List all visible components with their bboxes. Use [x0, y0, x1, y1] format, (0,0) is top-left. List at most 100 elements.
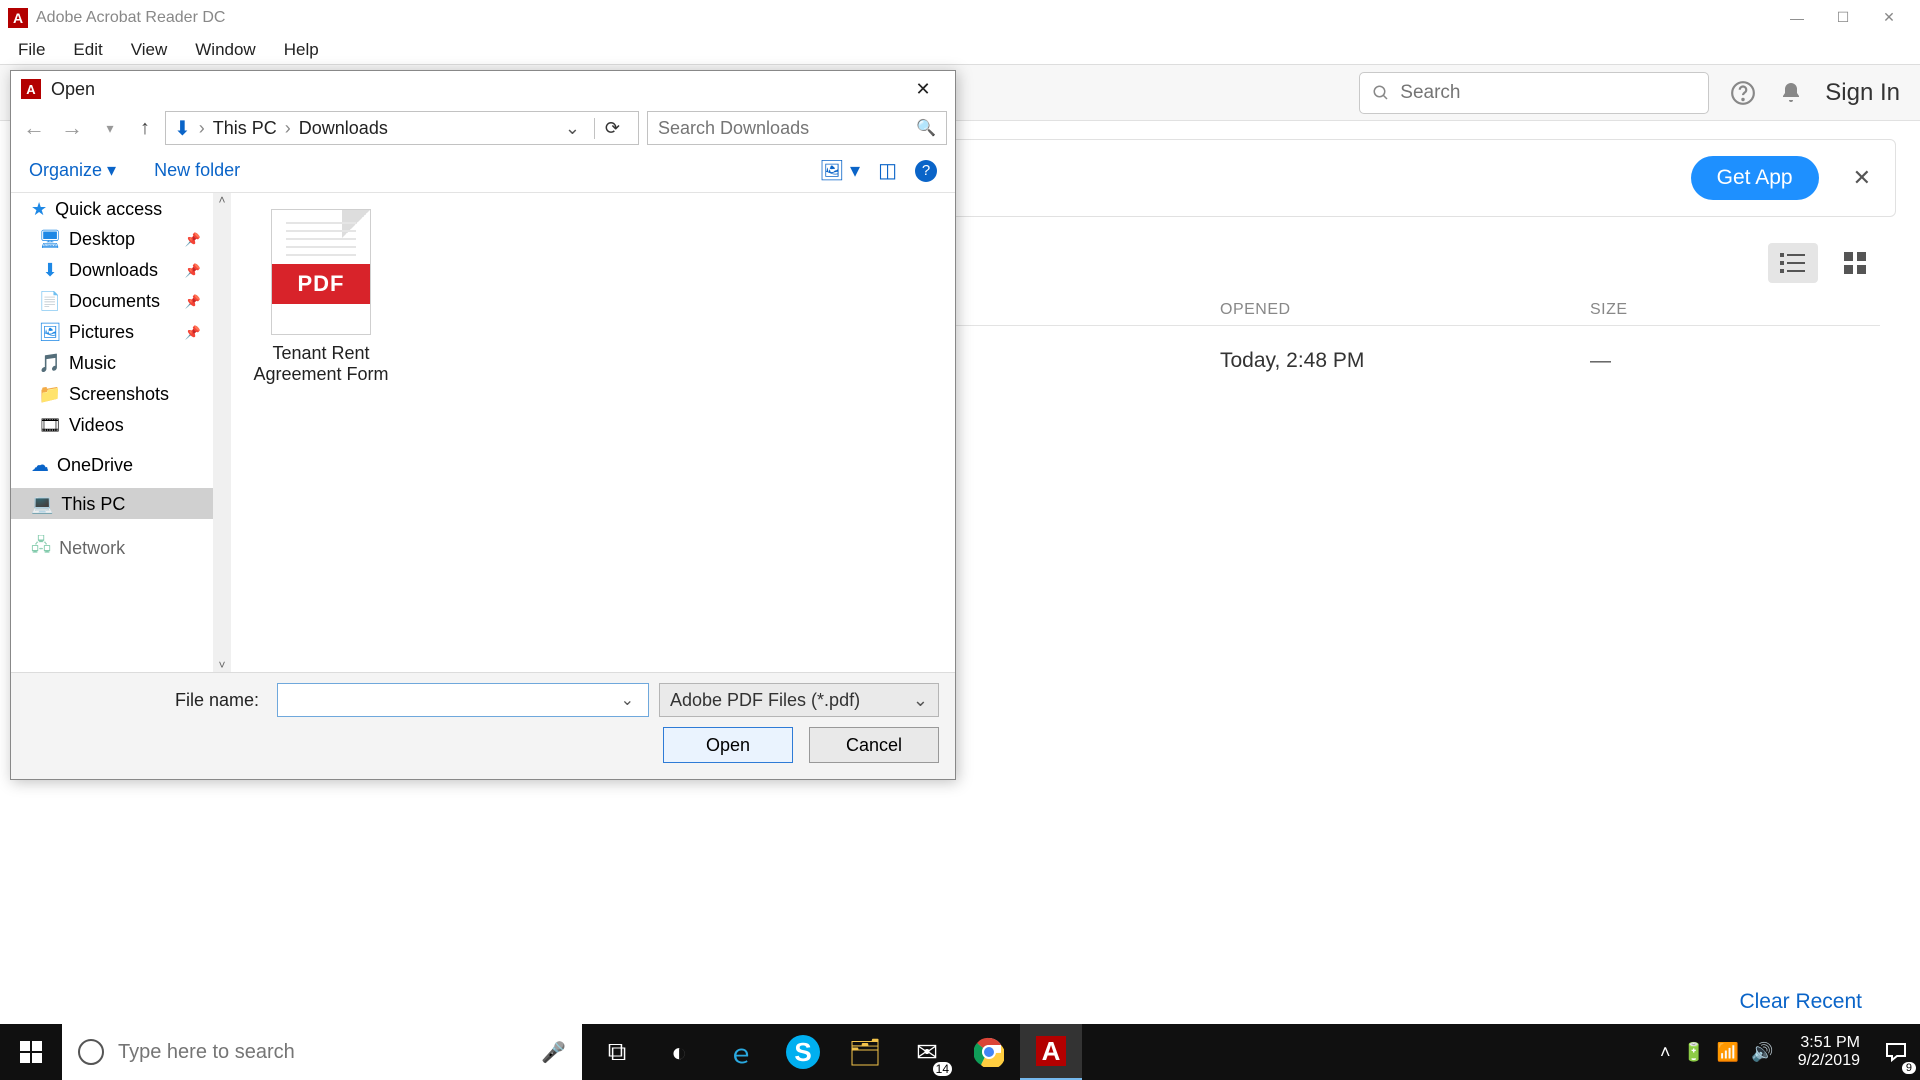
- tree-item-screenshots[interactable]: 📁Screenshots: [11, 379, 231, 410]
- tree-item-pictures[interactable]: 🖼Pictures📌: [11, 317, 231, 348]
- grid-view-button[interactable]: [1830, 243, 1880, 283]
- clear-recent-link[interactable]: Clear Recent: [1739, 990, 1862, 1014]
- taskbar-app-explorer[interactable]: 🗂: [834, 1024, 896, 1080]
- mail-badge: 14: [933, 1062, 952, 1076]
- tree-item-music[interactable]: 🎵Music: [11, 348, 231, 379]
- downloads-folder-icon: ⬇: [174, 116, 191, 141]
- menu-help[interactable]: Help: [270, 36, 333, 64]
- help-icon[interactable]: [1729, 79, 1757, 107]
- get-app-button[interactable]: Get App: [1691, 156, 1819, 200]
- address-bar[interactable]: ⬇ › This PC › Downloads ⌄ ⟳: [165, 111, 639, 145]
- file-list[interactable]: PDF Tenant Rent Agreement Form: [231, 193, 955, 672]
- dialog-close-button[interactable]: ✕: [901, 74, 945, 104]
- tree-item-desktop[interactable]: 🖥Desktop📌: [11, 224, 231, 255]
- taskbar-app-nvidia[interactable]: ◐: [648, 1024, 710, 1080]
- taskbar-clock[interactable]: 3:51 PM 9/2/2019: [1786, 1034, 1872, 1070]
- menu-window[interactable]: Window: [181, 36, 269, 64]
- file-name-combobox[interactable]: ⌄: [277, 683, 649, 717]
- taskbar-right: ˄ 🔋 📶 🔊 3:51 PM 9/2/2019 9: [1648, 1024, 1920, 1080]
- system-tray[interactable]: ˄ 🔋 📶 🔊: [1648, 1042, 1786, 1063]
- dialog-titlebar: A Open ✕: [11, 71, 955, 107]
- mic-icon[interactable]: 🎤: [541, 1040, 566, 1065]
- task-view-button[interactable]: ⧉: [586, 1024, 648, 1080]
- scroll-down-icon[interactable]: ˅: [218, 658, 225, 672]
- menu-file[interactable]: File: [4, 36, 59, 64]
- battery-icon[interactable]: 🔋: [1682, 1042, 1704, 1063]
- tree-quick-access-items: 🖥Desktop📌 ⬇Downloads📌 📄Documents📌 🖼Pictu…: [11, 224, 231, 441]
- cancel-button[interactable]: Cancel: [809, 727, 939, 763]
- new-folder-button[interactable]: New folder: [154, 160, 240, 181]
- taskbar-app-chrome[interactable]: [958, 1024, 1020, 1080]
- tree-item-downloads[interactable]: ⬇Downloads📌: [11, 255, 231, 286]
- promo-close-icon[interactable]: ✕: [1853, 165, 1871, 191]
- taskbar-app-mail[interactable]: ✉14: [896, 1024, 958, 1080]
- tray-overflow-icon[interactable]: ˄: [1660, 1042, 1671, 1063]
- address-dropdown-icon[interactable]: ⌄: [557, 118, 588, 139]
- file-name-label: File name:: [27, 690, 267, 711]
- dialog-help-icon[interactable]: ?: [915, 160, 937, 182]
- dialog-app-icon: A: [21, 79, 41, 99]
- file-type-dropdown[interactable]: Adobe PDF Files (*.pdf) ⌄: [659, 683, 939, 717]
- file-name-label: Tenant Rent Agreement Form: [251, 343, 391, 385]
- maximize-button[interactable]: ☐: [1820, 3, 1866, 33]
- chevron-down-icon: ⌄: [913, 690, 928, 711]
- taskbar-search[interactable]: 🎤: [62, 1024, 582, 1080]
- app-search-input[interactable]: [1400, 82, 1696, 104]
- preview-pane-button[interactable]: ◫: [878, 158, 897, 183]
- dialog-search-input[interactable]: [658, 118, 916, 139]
- chevron-down-icon[interactable]: ⌄: [615, 690, 640, 710]
- menu-edit[interactable]: Edit: [59, 36, 116, 64]
- action-center-button[interactable]: 9: [1872, 1024, 1920, 1080]
- app-search-wrap[interactable]: [1359, 72, 1709, 114]
- window-close-button[interactable]: ✕: [1866, 3, 1912, 33]
- tree-network[interactable]: 🖧Network: [11, 527, 231, 567]
- start-button[interactable]: [0, 1024, 62, 1080]
- file-type-value: Adobe PDF Files (*.pdf): [670, 690, 860, 711]
- col-opened[interactable]: OPENED: [1220, 301, 1590, 319]
- nav-recent-dropdown[interactable]: ▾: [95, 120, 125, 137]
- chevron-right-icon: ›: [197, 118, 207, 139]
- row-size: —: [1590, 349, 1710, 373]
- file-name-input[interactable]: [286, 690, 615, 710]
- col-size[interactable]: SIZE: [1590, 301, 1710, 319]
- menu-view[interactable]: View: [117, 36, 182, 64]
- taskbar-app-edge[interactable]: ｅ: [710, 1024, 772, 1080]
- cortana-icon: [78, 1039, 104, 1065]
- clock-date: 9/2/2019: [1798, 1052, 1860, 1070]
- taskbar-app-skype[interactable]: S: [786, 1035, 820, 1069]
- search-icon[interactable]: 🔍: [916, 118, 936, 138]
- tree-scrollbar[interactable]: ˄˅: [213, 193, 231, 672]
- dialog-toolbar: Organize ▾ New folder 🖼 ▾ ◫ ?: [11, 149, 955, 193]
- breadcrumb-this-pc[interactable]: This PC: [213, 118, 277, 139]
- tree-item-videos[interactable]: 🎞Videos: [11, 410, 231, 441]
- taskbar-apps: ⧉ ◐ ｅ S 🗂 ✉14 A: [586, 1024, 1082, 1080]
- nav-forward-button[interactable]: →: [57, 115, 87, 141]
- open-button[interactable]: Open: [663, 727, 793, 763]
- tree-item-documents[interactable]: 📄Documents📌: [11, 286, 231, 317]
- minimize-button[interactable]: —: [1774, 3, 1820, 33]
- taskbar-app-acrobat[interactable]: A: [1020, 1024, 1082, 1080]
- videos-icon: 🎞: [39, 415, 61, 436]
- taskbar-search-input[interactable]: [118, 1041, 541, 1064]
- breadcrumb-downloads[interactable]: Downloads: [299, 118, 388, 139]
- nav-up-button[interactable]: ↑: [133, 117, 157, 140]
- dialog-title: Open: [51, 79, 95, 100]
- view-mode-dropdown[interactable]: 🖼 ▾: [819, 158, 860, 183]
- volume-icon[interactable]: 🔊: [1751, 1042, 1773, 1063]
- chevron-right-icon: ›: [283, 118, 293, 139]
- tree-this-pc[interactable]: 💻This PC: [11, 488, 231, 519]
- wifi-icon[interactable]: 📶: [1717, 1042, 1739, 1063]
- nav-back-button[interactable]: ←: [19, 115, 49, 141]
- tree-onedrive[interactable]: ☁OneDrive: [11, 449, 231, 480]
- file-item[interactable]: PDF Tenant Rent Agreement Form: [251, 209, 391, 385]
- organize-menu[interactable]: Organize ▾: [29, 160, 116, 181]
- notifications-bell-icon[interactable]: [1777, 79, 1805, 107]
- list-view-button[interactable]: [1768, 243, 1818, 283]
- sign-in-link[interactable]: Sign In: [1825, 79, 1900, 107]
- search-icon: [1372, 84, 1390, 102]
- acrobat-logo-icon: A: [8, 8, 28, 28]
- scroll-up-icon[interactable]: ˄: [218, 193, 225, 207]
- refresh-button[interactable]: ⟳: [594, 118, 630, 139]
- dialog-search[interactable]: 🔍: [647, 111, 947, 145]
- tree-quick-access[interactable]: ★Quick access: [11, 193, 231, 224]
